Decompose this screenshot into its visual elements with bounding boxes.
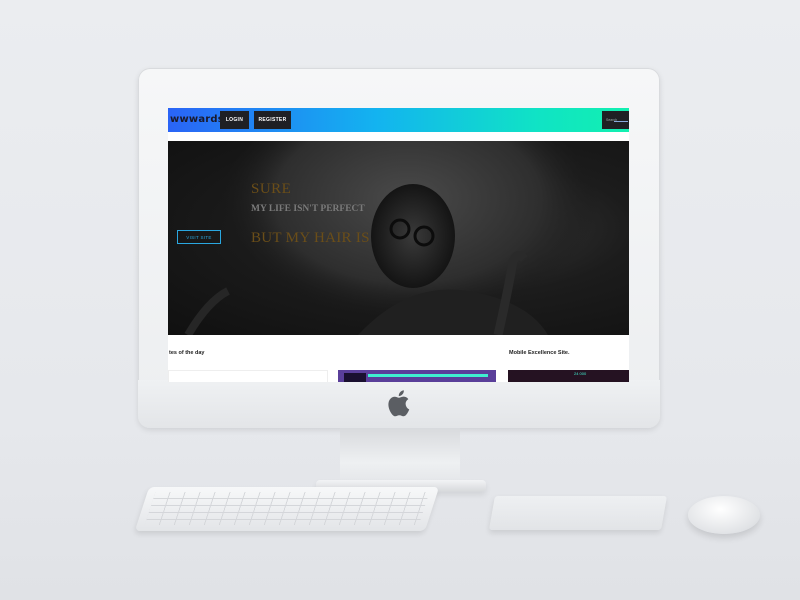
site-card[interactable]: [338, 370, 496, 382]
card-accent-bar: [368, 374, 488, 377]
keyboard: [134, 487, 440, 531]
hero-image: [184, 141, 598, 335]
visit-site-button[interactable]: VISIT SITE: [177, 230, 221, 244]
screen: wwwards!! LOGIN REGISTER Search SURE MY …: [168, 108, 629, 382]
hero-headline-3: BUT MY HAIR IS: [251, 230, 370, 246]
mobile-excellence-title: Mobile Excellence Site.: [509, 350, 570, 356]
card-number: 24 000: [574, 371, 587, 376]
keyboard-keys: [144, 492, 430, 525]
apple-logo-icon: [388, 390, 410, 417]
site-card[interactable]: 24 000: [508, 370, 629, 382]
mouse: [688, 496, 760, 534]
search-button[interactable]: Search: [602, 111, 629, 129]
card-thumbnail: [344, 373, 366, 382]
trackpad: [489, 496, 667, 530]
monitor-stand: [340, 428, 460, 486]
hero-headline-2: MY LIFE ISN'T PERFECT: [251, 204, 365, 214]
sites-of-the-day-title: tes of the day: [169, 350, 205, 356]
site-card[interactable]: [168, 370, 328, 382]
register-button[interactable]: REGISTER: [254, 111, 291, 129]
site-header: wwwards!! LOGIN REGISTER Search: [168, 108, 629, 132]
hero-banner: SURE MY LIFE ISN'T PERFECT BUT MY HAIR I…: [168, 141, 629, 335]
hero-headline-1: SURE: [251, 181, 292, 197]
login-button[interactable]: LOGIN: [220, 111, 249, 129]
search-underline: [614, 121, 628, 122]
